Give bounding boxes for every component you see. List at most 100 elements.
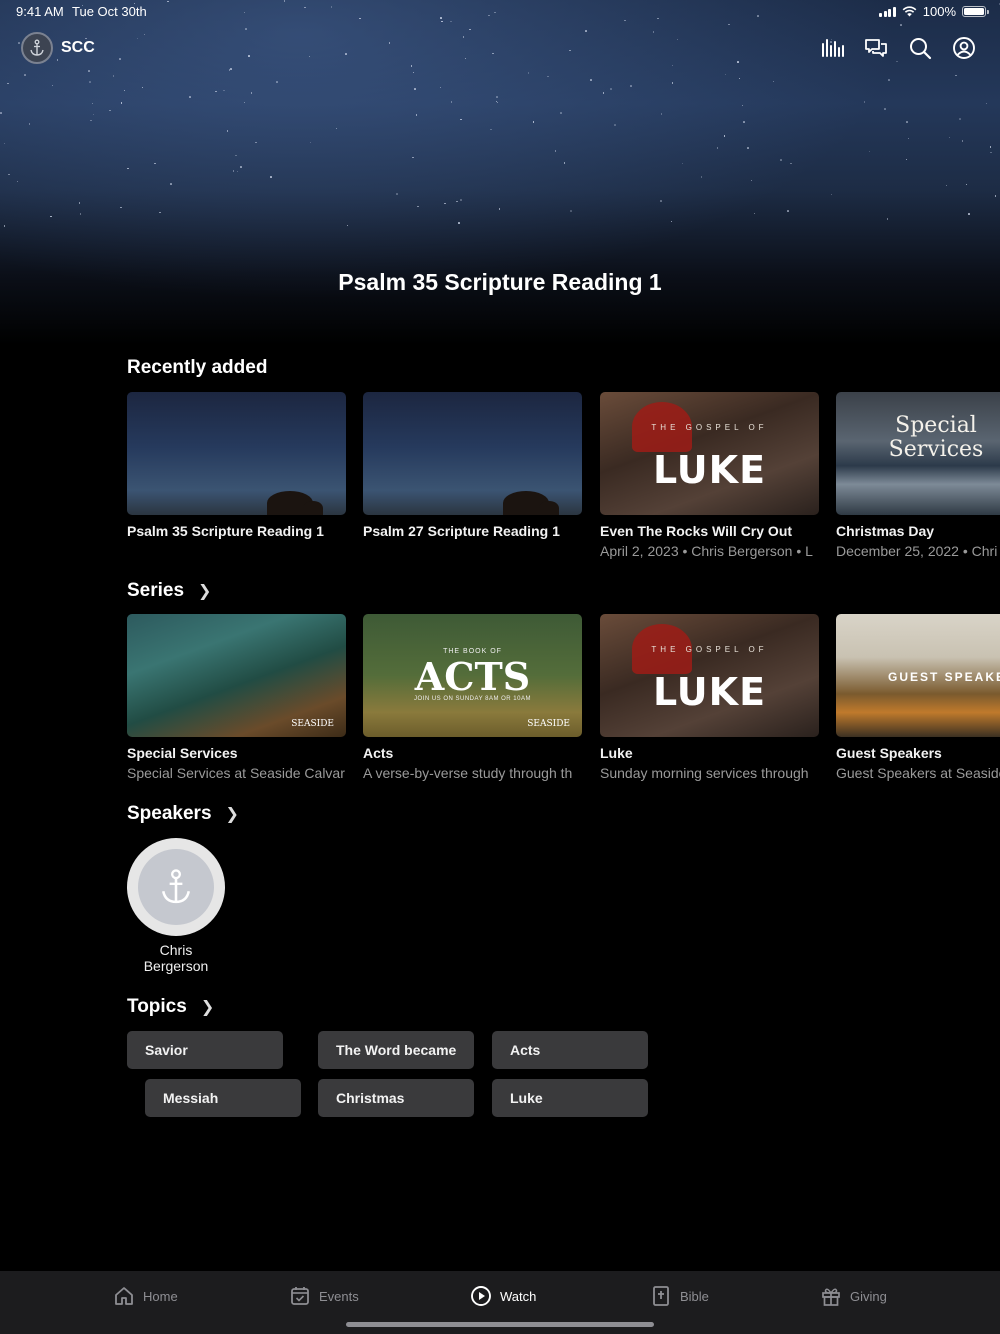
series-card-3[interactable]: THE GOSPEL OF LUKE Luke Sunday morning s… (600, 614, 819, 781)
tab-watch[interactable]: Watch (470, 1285, 536, 1307)
tab-label: Home (143, 1288, 178, 1304)
search-icon[interactable] (908, 36, 932, 60)
art-big-text: Special Services (888, 413, 984, 462)
seaside-mark-text: SEASIDE (291, 719, 334, 729)
art-big-text: LUKE (652, 448, 767, 492)
tab-events[interactable]: Events (289, 1285, 359, 1307)
star-decoration (570, 210, 572, 212)
status-bar: 9:41 AM Tue Oct 30th 100% (0, 0, 1000, 24)
star-decoration (109, 109, 111, 112)
star-decoration (560, 112, 562, 114)
star-decoration (884, 108, 886, 110)
series-card-1[interactable]: SEASIDE Special Services Special Service… (127, 614, 346, 781)
star-decoration (787, 210, 789, 212)
calendar-icon (291, 1287, 309, 1305)
tab-home[interactable]: Home (113, 1285, 178, 1307)
star-decoration (496, 96, 498, 98)
topics-title: Topics (127, 996, 187, 1017)
home-indicator[interactable] (346, 1322, 654, 1327)
topic-chip[interactable]: Acts (492, 1031, 648, 1069)
audio-bars-icon[interactable] (820, 36, 844, 60)
series-card-4[interactable]: GUEST SPEAKERS Guest Speakers Guest Spea… (836, 614, 1000, 781)
star-decoration (660, 200, 662, 202)
star-decoration (868, 150, 871, 153)
star-decoration (189, 96, 191, 98)
recent-thumbnail-4: Special Services (836, 392, 1000, 515)
tab-bible[interactable]: Bible (650, 1285, 709, 1307)
star-decoration (670, 220, 673, 223)
card-title: Psalm 27 Scripture Reading 1 (363, 523, 560, 539)
star-decoration (141, 86, 143, 89)
topic-chip[interactable]: Savior (127, 1031, 283, 1069)
star-decoration (16, 180, 19, 183)
star-decoration (7, 82, 9, 85)
star-decoration (243, 101, 246, 104)
star-decoration (120, 102, 123, 104)
star-decoration (723, 135, 726, 137)
status-indicators: 100% (879, 4, 989, 19)
recently-added-heading: Recently added (127, 357, 267, 379)
chevron-right-icon: ❯ (200, 999, 215, 1016)
star-decoration (490, 128, 492, 131)
top-bar: SCC (0, 30, 1000, 66)
star-decoration (753, 212, 756, 215)
recent-thumbnail-1 (127, 392, 346, 515)
star-decoration (412, 71, 415, 74)
star-decoration (948, 136, 951, 139)
series-heading[interactable]: Series ❯ (127, 580, 211, 602)
star-decoration (985, 102, 988, 104)
star-decoration (741, 104, 744, 107)
church-logo[interactable] (21, 32, 53, 64)
tab-giving[interactable]: Giving (820, 1285, 887, 1307)
chat-icon[interactable] (864, 36, 888, 60)
star-decoration (170, 183, 172, 185)
hero-title: Psalm 35 Scripture Reading 1 (338, 269, 662, 295)
speaker-item[interactable]: Chris Bergerson (127, 838, 225, 974)
play-icon (471, 1286, 491, 1306)
star-decoration (498, 208, 501, 210)
star-decoration (417, 205, 419, 208)
series-thumbnail-2: THE BOOK OF ACTS JOIN US ON SUNDAY 8AM O… (363, 614, 582, 737)
speakers-heading[interactable]: Speakers ❯ (127, 803, 239, 825)
tab-label: Giving (850, 1288, 887, 1304)
star-decoration (154, 162, 156, 165)
recent-card-3[interactable]: THE GOSPEL OF LUKE Even The Rocks Will C… (600, 392, 819, 559)
star-decoration (112, 75, 115, 77)
star-decoration (226, 130, 229, 132)
card-title: Guest Speakers (836, 745, 942, 761)
top-actions (820, 36, 976, 60)
star-decoration (444, 202, 446, 205)
card-subtitle: Sunday morning services through (600, 765, 809, 781)
star-decoration (89, 81, 91, 83)
star-decoration (309, 141, 312, 144)
star-decoration (223, 89, 225, 92)
card-subtitle: A verse-by-verse study through th (363, 765, 573, 781)
topic-chip[interactable]: Christmas (318, 1079, 474, 1117)
star-decoration (232, 170, 235, 172)
series-card-2[interactable]: THE BOOK OF ACTS JOIN US ON SUNDAY 8AM O… (363, 614, 582, 781)
star-decoration (738, 77, 741, 80)
recent-card-4[interactable]: Special Services Christmas Day December … (836, 392, 1000, 559)
recent-card-2[interactable]: Psalm 27 Scripture Reading 1 (363, 392, 582, 539)
profile-icon[interactable] (952, 36, 976, 60)
star-decoration (905, 158, 908, 161)
topic-chip[interactable]: Luke (492, 1079, 648, 1117)
star-decoration (250, 92, 253, 94)
card-title: Christmas Day (836, 523, 935, 539)
topic-chip[interactable]: The Word became (318, 1031, 474, 1069)
star-decoration (346, 224, 349, 227)
speaker-name: Chris Bergerson (143, 942, 209, 974)
star-decoration (235, 154, 237, 157)
chevron-right-icon: ❯ (225, 806, 239, 823)
star-decoration (527, 72, 530, 74)
star-decoration (450, 101, 453, 103)
topic-chip[interactable]: Messiah (145, 1079, 301, 1117)
anchor-icon (161, 869, 191, 904)
star-decoration (886, 218, 889, 220)
battery-icon (962, 6, 989, 17)
topics-heading[interactable]: Topics ❯ (127, 996, 214, 1018)
recent-card-1[interactable]: Psalm 35 Scripture Reading 1 (127, 392, 346, 539)
star-decoration (414, 88, 416, 90)
star-decoration (215, 90, 217, 93)
star-decoration (240, 166, 242, 168)
